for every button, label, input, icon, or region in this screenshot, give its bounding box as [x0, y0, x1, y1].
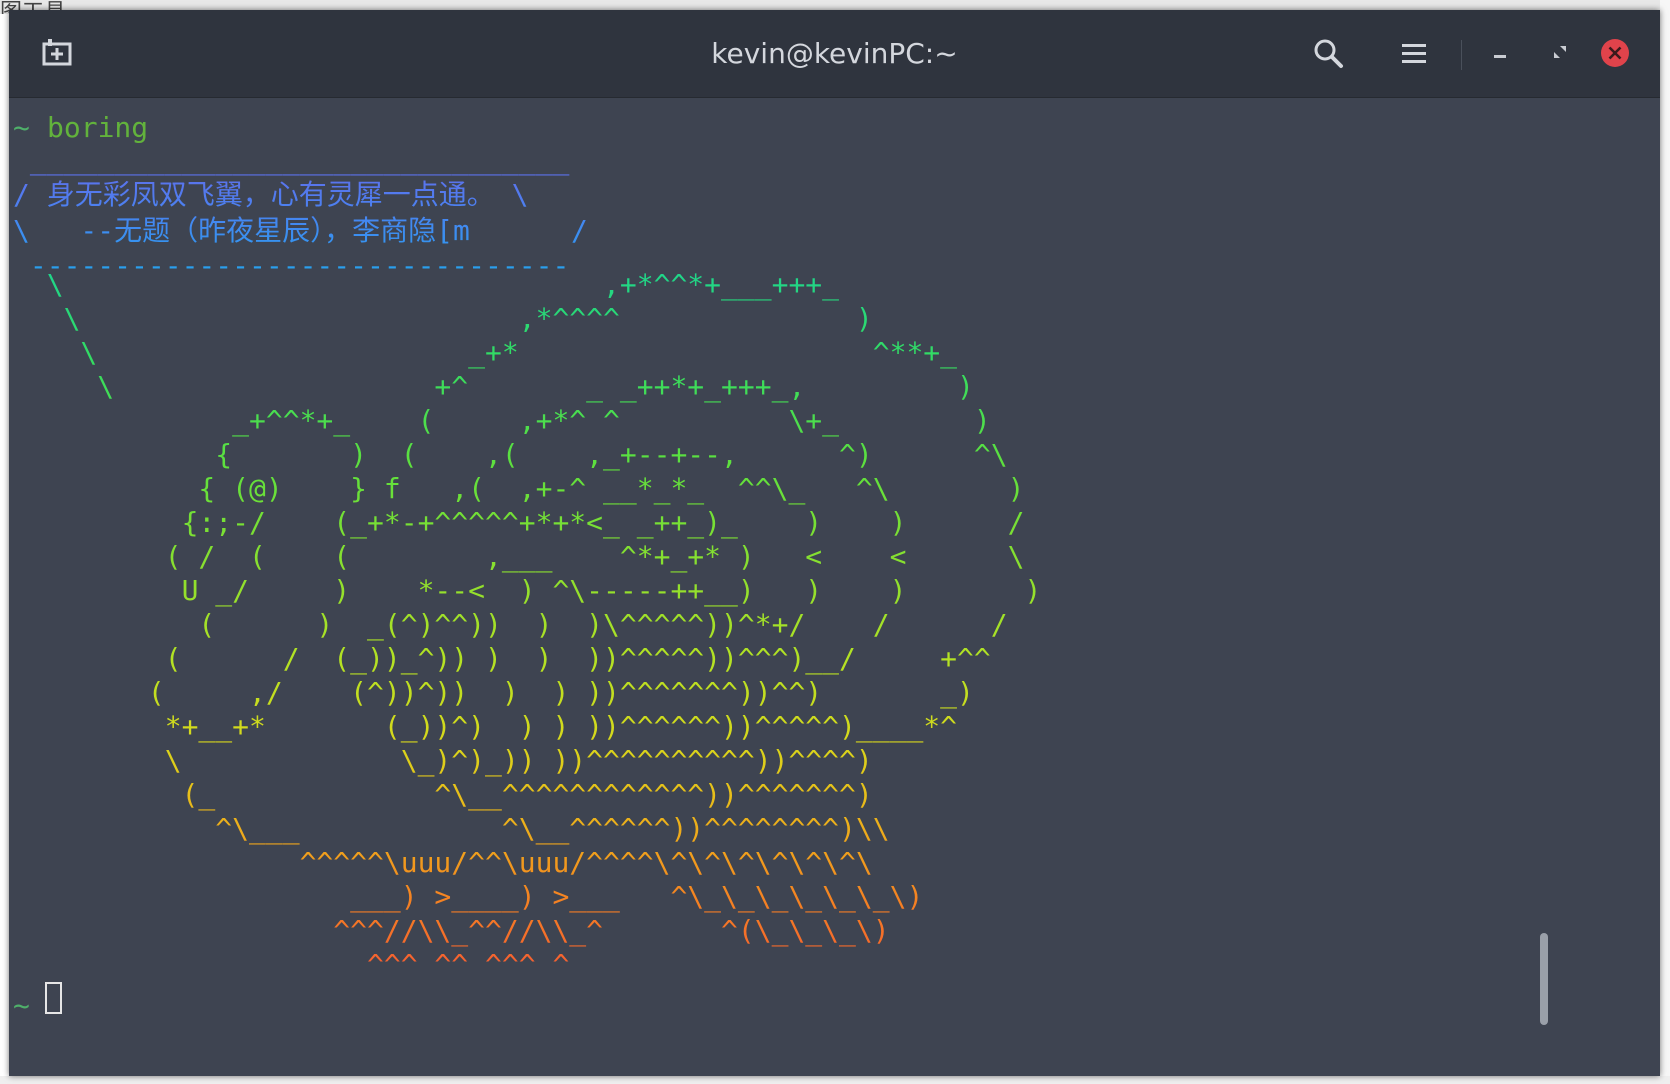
minimize-icon[interactable]: [1492, 48, 1508, 60]
background-window-edge-right: [1660, 0, 1670, 1084]
text-cursor: [45, 982, 62, 1014]
close-icon[interactable]: [1599, 37, 1631, 69]
background-window-edge: [0, 14, 9, 1084]
titlebar-separator: [1461, 40, 1462, 70]
command-text: boring: [47, 111, 149, 144]
restore-icon[interactable]: [1552, 44, 1568, 60]
scrollbar[interactable]: [1540, 933, 1548, 1025]
titlebar: kevin@kevinPC:~: [9, 10, 1660, 98]
prompt-symbol: ~: [13, 111, 30, 144]
prompt-symbol-current: ~: [13, 989, 30, 1022]
hamburger-menu-icon[interactable]: [1402, 43, 1426, 65]
search-icon[interactable]: [1312, 37, 1344, 69]
background-window-edge-bottom: [0, 1076, 1670, 1084]
terminal-window: kevin@kevinPC:~ ~ boring _______________…: [9, 10, 1660, 1076]
terminal-content[interactable]: ~ boring _______________________________…: [9, 98, 1660, 1076]
turkey-ascii-art: \ ,+*^^*+___+++_ \ ,*^^^^ ) \ _+* ^**+_ …: [13, 268, 1042, 982]
fortune-speech-bubble: ________________________________ / 身无彩凤双…: [13, 143, 588, 283]
new-tab-icon[interactable]: [41, 38, 73, 68]
